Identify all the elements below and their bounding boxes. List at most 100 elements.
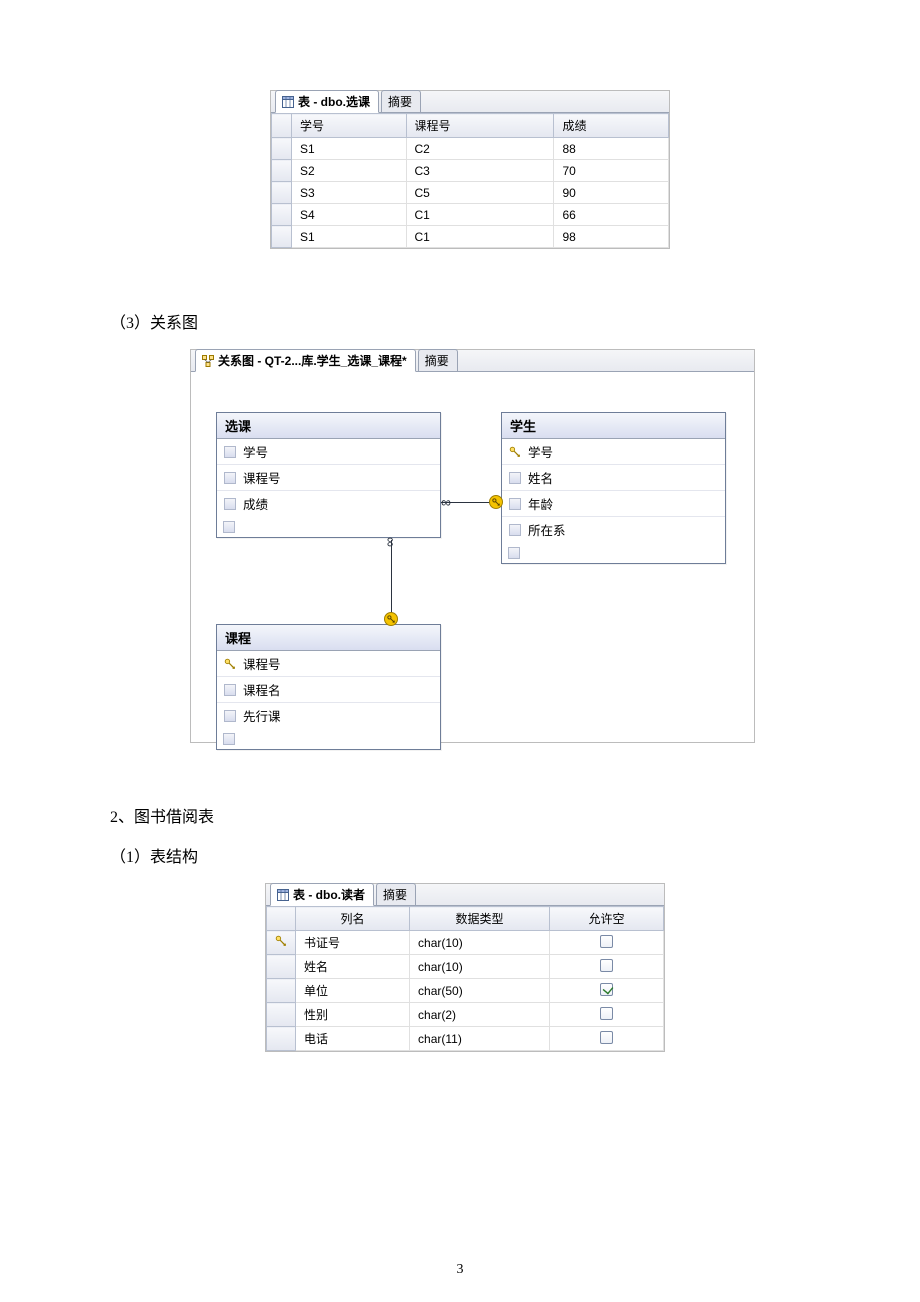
nullable-checkbox[interactable] — [600, 935, 613, 948]
cell-data-type[interactable]: char(10) — [410, 955, 550, 979]
cell-allow-null[interactable] — [549, 979, 663, 1003]
table-icon — [282, 96, 294, 108]
nullable-checkbox[interactable] — [600, 983, 613, 996]
relationship-many-end: ∞ — [383, 537, 399, 547]
row-selector[interactable] — [267, 979, 296, 1003]
cell[interactable]: C2 — [406, 138, 554, 160]
er-column-row[interactable]: 所在系 — [502, 517, 725, 542]
row-selector[interactable] — [267, 1003, 296, 1027]
cell[interactable]: 88 — [554, 138, 669, 160]
cell-data-type[interactable]: char(10) — [410, 931, 550, 955]
cell-allow-null[interactable] — [549, 1003, 663, 1027]
cell-column-name[interactable]: 性别 — [296, 1003, 410, 1027]
column-icon — [223, 683, 237, 697]
er-column-row[interactable]: 成绩 — [217, 491, 440, 516]
cell[interactable]: 70 — [554, 160, 669, 182]
cell-column-name[interactable]: 电话 — [296, 1027, 410, 1051]
tab-summary[interactable]: 摘要 — [376, 883, 416, 906]
col-header[interactable]: 列名 — [296, 907, 410, 931]
cell[interactable]: C1 — [406, 226, 554, 248]
tab-table-duzhe[interactable]: 表 - dbo.读者 — [270, 883, 374, 906]
primary-key-icon — [508, 445, 522, 459]
row-selector[interactable] — [272, 160, 292, 182]
table-row[interactable]: S4C166 — [272, 204, 669, 226]
er-column-row[interactable]: 学号 — [502, 439, 725, 465]
row-selector[interactable] — [272, 226, 292, 248]
er-column-row[interactable]: 先行课 — [217, 703, 440, 728]
col-header[interactable]: 数据类型 — [410, 907, 550, 931]
tab-summary[interactable]: 摘要 — [381, 90, 421, 113]
col-header[interactable]: 课程号 — [406, 114, 554, 138]
cell-data-type[interactable]: char(2) — [410, 1003, 550, 1027]
primary-key-icon — [275, 935, 287, 947]
table-row[interactable]: 性别char(2) — [267, 1003, 664, 1027]
row-selector-header — [272, 114, 292, 138]
cell-allow-null[interactable] — [549, 955, 663, 979]
tab-label: 表 - dbo.读者 — [293, 886, 365, 903]
tab-strip: 表 - dbo.选课 摘要 — [271, 91, 669, 113]
er-column-row[interactable]: 课程名 — [217, 677, 440, 703]
nullable-checkbox[interactable] — [600, 1007, 613, 1020]
cell[interactable]: S2 — [292, 160, 407, 182]
cell[interactable]: S4 — [292, 204, 407, 226]
er-table-kecheng[interactable]: 课程 课程号课程名先行课 — [216, 624, 441, 750]
table-row[interactable]: 书证号char(10) — [267, 931, 664, 955]
relationship-key-end — [384, 612, 398, 626]
relationship-many-end: ∞ — [441, 495, 463, 509]
cell[interactable]: C1 — [406, 204, 554, 226]
er-column-row[interactable]: 姓名 — [502, 465, 725, 491]
tab-label: 摘要 — [425, 352, 449, 369]
row-selector[interactable] — [267, 931, 296, 955]
er-table-xuanke[interactable]: 选课 学号课程号成绩 — [216, 412, 441, 538]
cell[interactable]: C5 — [406, 182, 554, 204]
cell[interactable]: 66 — [554, 204, 669, 226]
cell-data-type[interactable]: char(11) — [410, 1027, 550, 1051]
er-table-title: 选课 — [217, 413, 440, 439]
cell[interactable]: 90 — [554, 182, 669, 204]
col-header[interactable]: 学号 — [292, 114, 407, 138]
row-selector[interactable] — [272, 138, 292, 160]
table-row[interactable]: S3C590 — [272, 182, 669, 204]
table-row[interactable]: S2C370 — [272, 160, 669, 182]
cell[interactable]: 98 — [554, 226, 669, 248]
tab-diagram[interactable]: 关系图 - QT-2...库.学生_选课_课程* — [195, 349, 416, 372]
er-column-row[interactable]: 课程号 — [217, 651, 440, 677]
cell[interactable]: C3 — [406, 160, 554, 182]
data-grid-xuanke: 学号 课程号 成绩 S1C288S2C370S3C590S4C166S1C198 — [271, 113, 669, 248]
row-selector[interactable] — [267, 1027, 296, 1051]
col-header[interactable]: 允许空 — [549, 907, 663, 931]
table-row[interactable]: 电话char(11) — [267, 1027, 664, 1051]
table-duzhe-panel: 表 - dbo.读者 摘要 列名 数据类型 允许空 书证号char(10)姓名c… — [265, 883, 665, 1052]
tab-table-xuanke[interactable]: 表 - dbo.选课 — [275, 90, 379, 113]
col-header[interactable]: 成绩 — [554, 114, 669, 138]
er-column-row[interactable]: 年龄 — [502, 491, 725, 517]
cell-column-name[interactable]: 单位 — [296, 979, 410, 1003]
row-selector[interactable] — [272, 182, 292, 204]
cell-allow-null[interactable] — [549, 1027, 663, 1051]
cell-allow-null[interactable] — [549, 931, 663, 955]
diagram-canvas[interactable]: 选课 学号课程号成绩 学生 学号姓名年龄所在系 课程 课程号课程名先行课 ∞ — [191, 372, 754, 742]
er-column-row[interactable]: 课程号 — [217, 465, 440, 491]
cell[interactable]: S1 — [292, 226, 407, 248]
er-column-row[interactable]: 学号 — [217, 439, 440, 465]
cell[interactable]: S3 — [292, 182, 407, 204]
er-table-title: 课程 — [217, 625, 440, 651]
row-selector[interactable] — [272, 204, 292, 226]
nullable-checkbox[interactable] — [600, 1031, 613, 1044]
cell-data-type[interactable]: char(50) — [410, 979, 550, 1003]
cell-column-name[interactable]: 书证号 — [296, 931, 410, 955]
tab-summary[interactable]: 摘要 — [418, 349, 458, 372]
row-selector[interactable] — [267, 955, 296, 979]
cell[interactable]: S1 — [292, 138, 407, 160]
tab-label: 摘要 — [388, 93, 412, 110]
er-table-title: 学生 — [502, 413, 725, 439]
cell-column-name[interactable]: 姓名 — [296, 955, 410, 979]
diagram-icon — [202, 355, 214, 367]
table-row[interactable]: S1C288 — [272, 138, 669, 160]
er-table-xuesheng[interactable]: 学生 学号姓名年龄所在系 — [501, 412, 726, 564]
table-row[interactable]: S1C198 — [272, 226, 669, 248]
table-row[interactable]: 姓名char(10) — [267, 955, 664, 979]
column-icon — [508, 471, 522, 485]
table-row[interactable]: 单位char(50) — [267, 979, 664, 1003]
nullable-checkbox[interactable] — [600, 959, 613, 972]
